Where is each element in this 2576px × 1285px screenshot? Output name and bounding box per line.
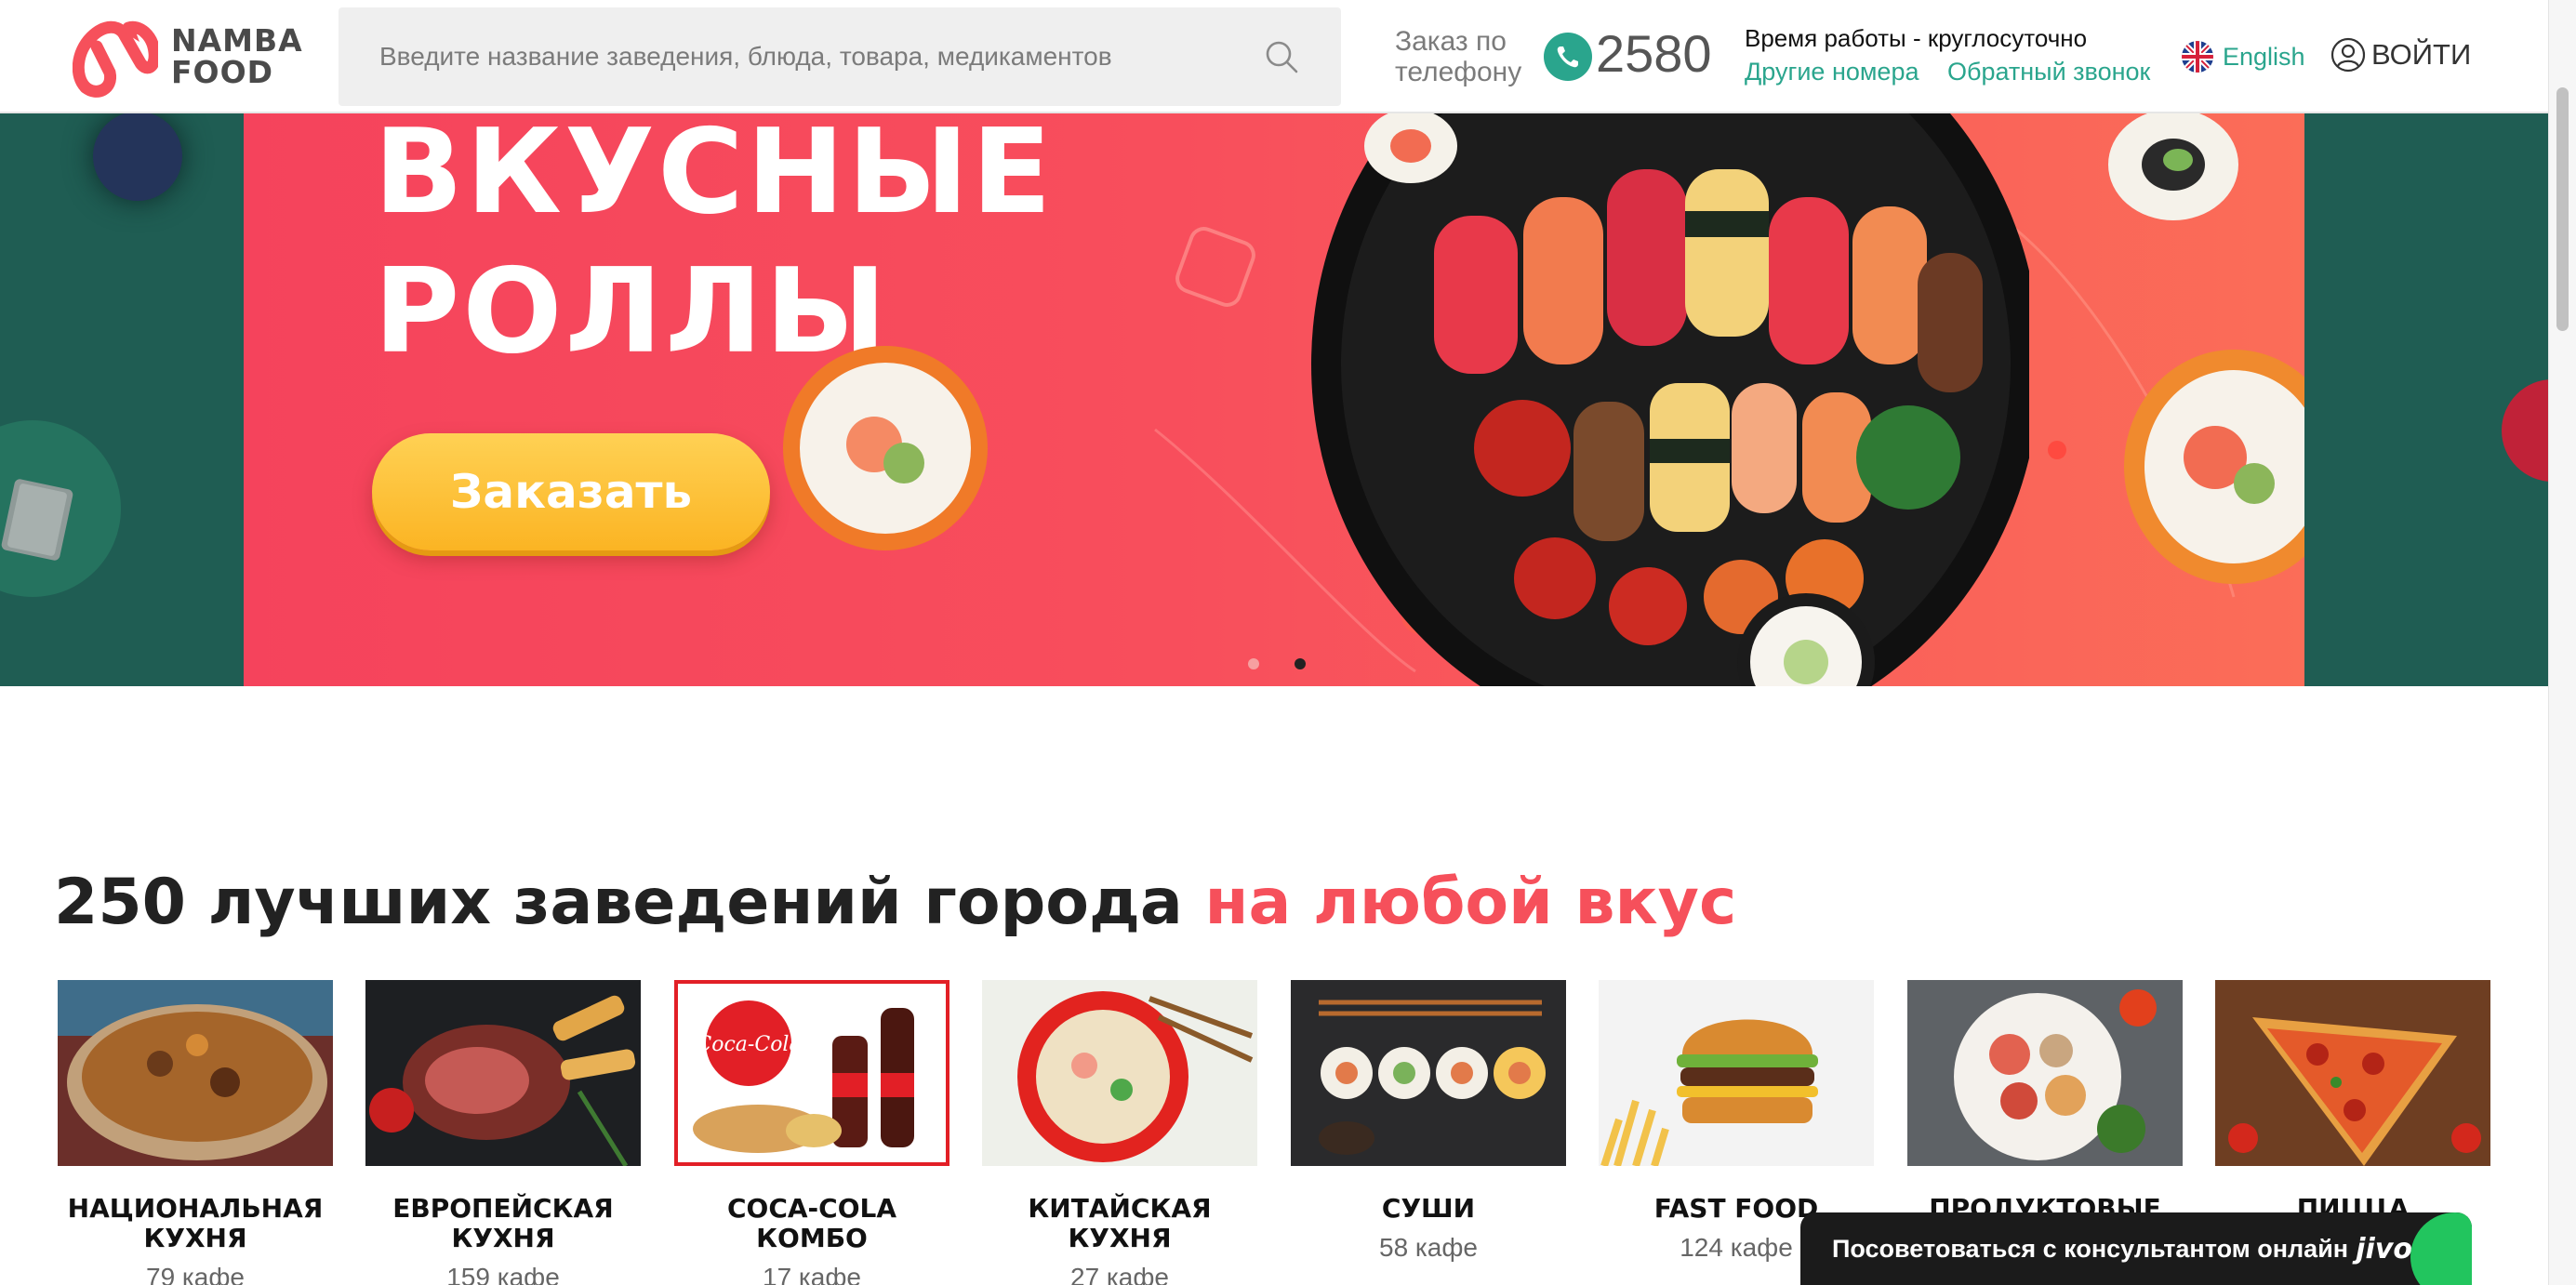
category-name: COCA-COLA КОМБО [726,1193,897,1253]
logo-mark-icon [73,20,158,98]
logo[interactable]: NAMBA FOOD [73,15,314,99]
category-card-chinese[interactable]: КИТАЙСКАЯ КУХНЯ 27 кафе [982,980,1257,1285]
category-image-sushi [1291,980,1566,1166]
sushi-roll-left [783,346,988,550]
logo-text-line1: NAMBA [171,22,303,59]
logo-text: NAMBA FOOD [171,25,303,88]
section-title-accent: на любой вкус [1204,866,1737,939]
category-count: 58 кафе [1379,1233,1478,1262]
category-image-steak [365,980,641,1166]
language-label: English [2223,42,2305,71]
order-button[interactable]: Заказать [372,433,770,550]
category-count: 79 кафе [146,1263,245,1285]
category-card-sushi[interactable]: СУШИ 58 кафе [1291,980,1566,1263]
language-switch[interactable]: English [2182,41,2305,73]
category-image-grocery [1907,980,2183,1166]
user-icon [2330,37,2366,73]
slider-dots [1248,658,1306,669]
working-hours: Время работы - круглосуточно [1745,24,2088,52]
category-count: 27 кафе [1070,1263,1169,1285]
section-title: 250 лучших заведений города на любой вку… [54,861,1736,945]
order-by-phone-label: Заказ по телефону [1395,26,1522,87]
page: NAMBA FOOD Заказ по телефону 2580 Время … [0,0,2576,1285]
chat-status-indicator [2410,1212,2472,1285]
category-image-pizza [2215,980,2490,1166]
uk-flag-icon [2182,41,2213,73]
sushi-roll-right [2124,350,2304,584]
sushi-plate-illustration [1311,113,2029,686]
search-bar [339,7,1341,106]
category-name: НАЦИОНАЛЬНАЯ КУХНЯ [67,1193,324,1253]
section-title-main: 250 лучших заведений города [54,866,1183,939]
phone-icon [1544,33,1592,81]
chat-widget-text: Посоветоваться с консультантом онлайн [1832,1234,2349,1263]
jivo-logo: jivo [2356,1233,2412,1265]
sushi-roll-top-left [1364,113,1457,183]
category-card-national[interactable]: НАЦИОНАЛЬНАЯ КУХНЯ 79 кафе [58,980,333,1285]
phone-number[interactable]: 2580 [1596,24,1712,84]
category-image-plov [58,980,333,1166]
promo-banner[interactable]: ВКУСНЫЕ РОЛЛЫ Заказать [244,113,2304,686]
svg-text:Coca-Cola: Coca-Cola [696,1033,801,1056]
category-count: 17 кафе [763,1263,861,1285]
category-name: ЕВРОПЕЙСКАЯ КУХНЯ [392,1193,614,1253]
category-card-european[interactable]: ЕВРОПЕЙСКАЯ КУХНЯ 159 кафе [365,980,641,1285]
category-card-pizza[interactable]: ПИЦЦА [2215,980,2490,1233]
category-image-burger [1599,980,1874,1166]
category-image-noodles [982,980,1257,1166]
online-consultant-widget[interactable]: Посоветоваться с консультантом онлайн ji… [1800,1212,2472,1285]
category-card-grocery[interactable]: ПРОДУКТОВЫЕ [1907,980,2183,1233]
search-icon[interactable] [1263,38,1300,75]
category-count: 159 кафе [446,1263,560,1285]
category-name: КИТАЙСКАЯ КУХНЯ [1028,1193,1212,1253]
sushi-roll-top-right [2108,113,2238,220]
category-image-coca-cola: Coca-Cola [674,980,949,1166]
other-numbers-link[interactable]: Другие номера [1745,58,1919,86]
callback-link[interactable]: Обратный звонок [1947,58,2150,86]
scrollbar-thumb[interactable] [2556,87,2569,331]
logo-text-line2: FOOD [171,54,274,90]
login-label: ВОЙТИ [2371,38,2472,71]
page-scrollbar[interactable] [2548,0,2576,1285]
decor-circle [93,113,182,201]
search-input[interactable] [339,7,1263,106]
top-header: NAMBA FOOD Заказ по телефону 2580 Время … [0,0,2548,113]
book-icon [1,479,73,561]
slider-dot-1[interactable] [1248,658,1259,669]
decor-circle [2502,379,2548,482]
login-button[interactable]: ВОЙТИ [2330,37,2471,73]
category-card-coca-cola[interactable]: Coca-Cola COCA-COLA КОМБО 17 кафе [674,980,949,1285]
category-name: СУШИ [1381,1193,1476,1224]
slider-dot-2[interactable] [1295,658,1306,669]
banner-title-line1: ВКУСНЫЕ [374,113,1055,240]
